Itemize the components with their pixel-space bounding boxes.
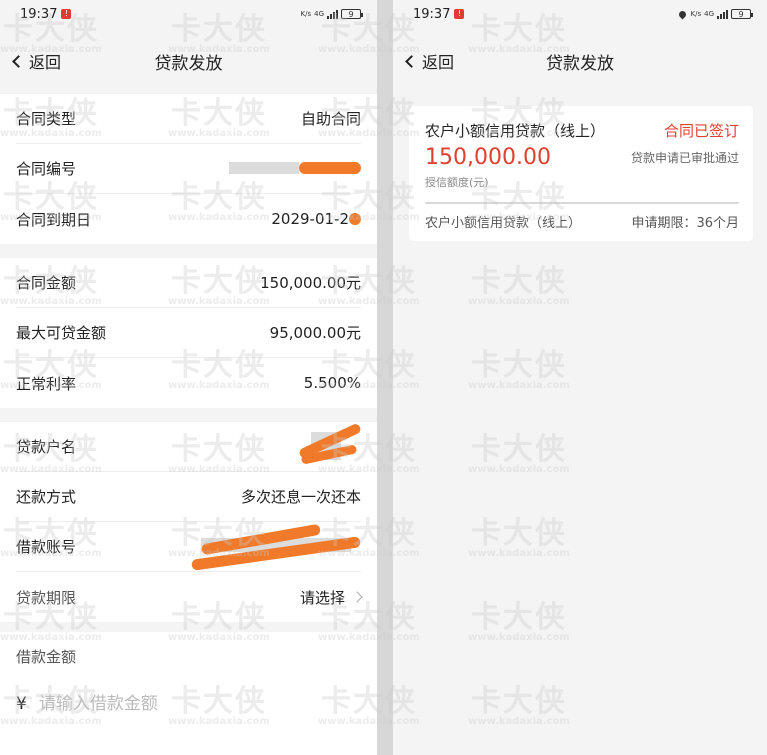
row-label: 合同编号 xyxy=(16,160,77,178)
redaction-scribble xyxy=(191,536,361,571)
redaction-scribble xyxy=(349,213,361,225)
loan-amount-input[interactable] xyxy=(38,694,289,714)
signal-icon xyxy=(717,9,728,19)
row-label: 正常利率 xyxy=(16,374,77,393)
signal-icon xyxy=(327,9,338,19)
left-screen: 19:37 ! K/s 4G 9 返回 贷款发放 合同类型 自助合同 合同编号 … xyxy=(0,0,377,755)
approval-status-text: 贷款申请已审批通过 xyxy=(630,151,739,165)
loan-amount-label: 借款金额 xyxy=(16,647,77,666)
notification-icon: ! xyxy=(61,9,72,19)
net-speed-text: K/s xyxy=(300,10,312,18)
credit-amount: 150,000.00 xyxy=(425,145,551,170)
notification-icon: ! xyxy=(454,9,465,19)
row-label: 合同金额 xyxy=(16,274,77,292)
redaction-scribble xyxy=(200,523,322,556)
battery-icon: 9 xyxy=(341,9,363,19)
credit-amount-label: 授信额度(元) xyxy=(425,176,489,189)
status-bar: 19:37 ! K/s 4G 9 xyxy=(0,0,377,28)
redaction-scribble xyxy=(297,422,363,460)
redaction-mosaic xyxy=(201,538,351,552)
row-borrower-name: 贷款户名 xyxy=(16,422,363,472)
row-contract-number: 合同编号 xyxy=(16,144,361,194)
application-term: 申请期限：36个月 xyxy=(631,216,739,231)
loan-detail-group: 贷款户名 还款方式 多次还息一次还本 借款账号 贷款期限 请选择 xyxy=(0,422,377,622)
product-name: 农户小额信用贷款（线上） xyxy=(425,122,606,140)
redaction-mosaic xyxy=(229,162,299,174)
network-type: 4G xyxy=(314,10,324,18)
row-value: 95,000.00元 xyxy=(269,324,361,342)
row-contract-type: 合同类型 自助合同 xyxy=(16,94,361,144)
back-label: 返回 xyxy=(29,53,62,72)
row-label: 贷款期限 xyxy=(16,588,77,607)
contract-status-badge: 合同已签订 xyxy=(663,122,739,140)
select-placeholder: 请选择 xyxy=(299,588,345,607)
network-type: 4G xyxy=(704,10,714,18)
nav-bar: 返回 贷款发放 xyxy=(0,28,377,94)
row-value: 自助合同 xyxy=(300,110,361,128)
redaction-scribble xyxy=(299,162,361,174)
battery-level: 9 xyxy=(348,9,354,19)
footer-product-name: 农户小额信用贷款（线上） xyxy=(425,216,582,231)
row-contract-amount: 合同金额 150,000.00元 xyxy=(16,258,361,308)
net-speed-text: K/s xyxy=(690,10,702,18)
card-divider xyxy=(425,202,739,204)
battery-icon: 9 xyxy=(731,9,753,19)
back-label: 返回 xyxy=(422,53,455,72)
location-icon xyxy=(677,9,687,19)
row-value: 2029-01-2 xyxy=(271,210,349,228)
redaction-scribble xyxy=(300,444,358,465)
row-loan-term[interactable]: 贷款期限 请选择 xyxy=(16,572,363,622)
chevron-left-icon xyxy=(405,54,418,68)
chevron-left-icon xyxy=(12,54,25,68)
row-max-loan-amount: 最大可贷金额 95,000.00元 xyxy=(16,308,361,358)
row-contract-expiry: 合同到期日 2029-01-2 xyxy=(16,194,361,244)
currency-symbol: ¥ xyxy=(16,694,27,714)
status-time: 19:37 xyxy=(413,6,451,22)
nav-bar: 返回 贷款发放 xyxy=(393,28,767,94)
row-repayment-method: 还款方式 多次还息一次还本 xyxy=(16,472,361,522)
row-loan-account: 借款账号 xyxy=(16,522,361,572)
row-label: 贷款户名 xyxy=(16,438,77,456)
right-screen: 19:37 ! K/s 4G 9 返回 贷款发放 农户小额信用贷款（线上） 合同… xyxy=(393,0,767,755)
status-time: 19:37 xyxy=(20,6,58,22)
row-label: 最大可贷金额 xyxy=(16,324,107,342)
row-label: 合同类型 xyxy=(16,110,77,128)
row-label: 借款账号 xyxy=(16,538,77,556)
loan-amount-input-row: ¥ xyxy=(16,694,361,714)
amount-info-group: 合同金额 150,000.00元 最大可贷金额 95,000.00元 正常利率 … xyxy=(0,258,377,408)
back-button[interactable]: 返回 xyxy=(12,49,62,73)
row-label: 还款方式 xyxy=(16,488,77,506)
loan-term-select[interactable]: 请选择 xyxy=(299,587,363,608)
row-value: 5.500% xyxy=(303,374,361,392)
row-label: 合同到期日 xyxy=(16,210,92,229)
row-value: 多次还息一次还本 xyxy=(240,488,361,506)
loan-amount-block: 借款金额 ¥ xyxy=(0,632,377,755)
contract-info-group: 合同类型 自助合同 合同编号 合同到期日 2029-01-2 xyxy=(0,94,377,244)
back-button[interactable]: 返回 xyxy=(405,49,455,73)
status-bar: 19:37 ! K/s 4G 9 xyxy=(393,0,767,28)
redaction-mosaic xyxy=(311,432,341,460)
battery-level: 9 xyxy=(738,9,744,19)
contract-card[interactable]: 农户小额信用贷款（线上） 合同已签订 150,000.00 贷款申请已审批通过 … xyxy=(409,106,753,241)
row-value: 150,000.00元 xyxy=(260,274,361,292)
row-interest-rate: 正常利率 5.500% xyxy=(16,358,361,408)
chevron-right-icon xyxy=(351,591,363,603)
